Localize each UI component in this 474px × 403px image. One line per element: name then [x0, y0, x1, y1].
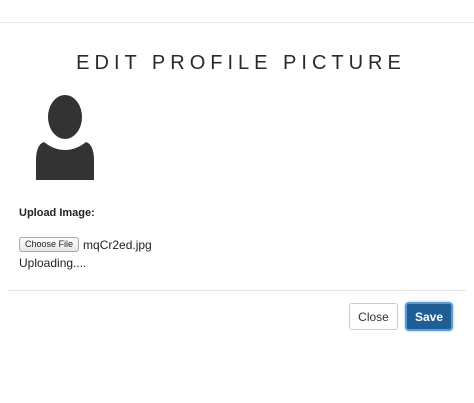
modal-title: EDIT PROFILE PICTURE: [76, 52, 406, 74]
save-button[interactable]: Save: [405, 302, 453, 331]
header-divider: [0, 22, 474, 23]
selected-file-name: mqCr2ed.jpg: [83, 237, 152, 252]
avatar-placeholder-icon: [36, 95, 94, 180]
close-button[interactable]: Close: [349, 303, 398, 330]
choose-file-button[interactable]: Choose File: [19, 237, 80, 252]
upload-image-label: Upload Image:: [19, 207, 95, 219]
footer-divider: [8, 290, 466, 291]
upload-status: Uploading....: [19, 256, 87, 270]
file-input[interactable]: Choose File mqCr2ed.jpg: [19, 237, 152, 252]
